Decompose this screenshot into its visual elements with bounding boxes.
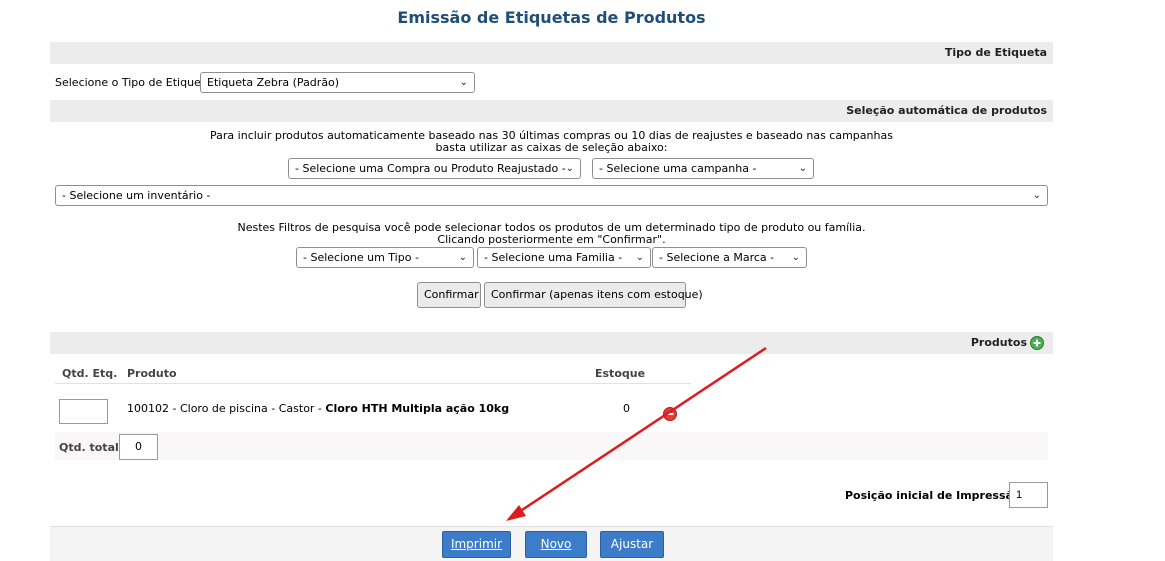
posicao-inicial-label: Posição inicial de Impressão: — [845, 489, 1025, 502]
novo-label: Novo — [540, 537, 572, 551]
campanha-select[interactable]: - Selecione uma campanha - ⌄ — [592, 158, 814, 179]
compra-select-value: - Selecione uma Compra ou Produto Reajus… — [295, 162, 566, 175]
tipo-select[interactable]: - Selecione um Tipo - ⌄ — [296, 247, 474, 268]
tipo-etiqueta-value: Etiqueta Zebra (Padrão) — [207, 76, 340, 89]
qtd-total-label: Qtd. total: — [59, 441, 124, 454]
marca-select[interactable]: - Selecione a Marca - ⌄ — [652, 247, 807, 268]
remove-product-button[interactable] — [663, 407, 677, 421]
section-header-tipo-etiqueta: Tipo de Etiqueta — [50, 42, 1053, 64]
campanha-select-value: - Selecione uma campanha - — [599, 162, 757, 175]
minus-circle-icon — [663, 407, 677, 421]
chevron-down-icon: ⌄ — [798, 163, 807, 174]
familia-select-value: - Selecione uma Familia - — [484, 251, 623, 264]
chevron-down-icon: ⌄ — [791, 252, 800, 263]
imprimir-label: Imprimir — [450, 537, 503, 551]
inventario-select-value: - Selecione um inventário - — [62, 189, 211, 202]
table-header-divider — [55, 383, 691, 384]
tipo-select-value: - Selecione um Tipo - — [303, 251, 419, 264]
compra-select[interactable]: - Selecione uma Compra ou Produto Reajus… — [288, 158, 581, 179]
tipo-etiqueta-select[interactable]: Etiqueta Zebra (Padrão) ⌄ — [200, 72, 475, 93]
posicao-inicial-input[interactable] — [1009, 482, 1048, 508]
confirmar-button[interactable]: Confirmar — [417, 282, 481, 308]
total-row-background — [55, 432, 1048, 460]
marca-select-value: - Selecione a Marca - — [659, 251, 775, 264]
section-header-selecao-automatica: Seleção automática de produtos — [50, 100, 1053, 122]
imprimir-button[interactable]: Imprimir — [442, 531, 511, 558]
column-header-produto: Produto — [127, 367, 177, 380]
produto-name-text: Cloro HTH Multipla ação 10kg — [325, 402, 510, 415]
filtros-info-line2: Clicando posteriormente em "Confirmar". — [437, 233, 666, 246]
column-header-qtd: Qtd. Etq. — [62, 367, 118, 380]
chevron-down-icon: ⌄ — [1032, 190, 1041, 201]
plus-circle-icon — [1030, 336, 1044, 350]
chevron-down-icon: ⌄ — [635, 252, 644, 263]
chevron-down-icon: ⌄ — [565, 163, 574, 174]
chevron-down-icon: ⌄ — [459, 77, 468, 88]
section-header-produtos: Produtos — [50, 332, 1053, 354]
produto-code-text: 100102 - Cloro de piscina - Castor - — [127, 402, 326, 415]
familia-select[interactable]: - Selecione uma Familia - ⌄ — [477, 247, 651, 268]
column-header-estoque: Estoque — [595, 367, 646, 380]
inventario-select[interactable]: - Selecione um inventário - ⌄ — [55, 185, 1048, 206]
produto-cell: 100102 - Cloro de piscina - Castor - Clo… — [127, 402, 509, 415]
confirmar-estoque-button[interactable]: Confirmar (apenas itens com estoque) — [484, 282, 703, 308]
chevron-down-icon: ⌄ — [458, 252, 467, 263]
selecao-auto-info-line2: basta utilizar as caixas de seleção abai… — [435, 141, 668, 154]
novo-button[interactable]: Novo — [525, 531, 587, 558]
ajustar-button[interactable]: Ajustar — [600, 531, 664, 558]
page-title: Emissão de Etiquetas de Produtos — [397, 8, 706, 27]
tipo-etiqueta-label: Selecione o Tipo de Etiqueta: — [55, 76, 216, 89]
add-product-button[interactable] — [1030, 336, 1044, 350]
qtd-total-value: 0 — [119, 434, 158, 460]
estoque-cell: 0 — [623, 402, 630, 415]
table-row: 100102 - Cloro de piscina - Castor - Clo… — [55, 386, 691, 432]
qtd-etiqueta-input[interactable] — [59, 399, 108, 424]
